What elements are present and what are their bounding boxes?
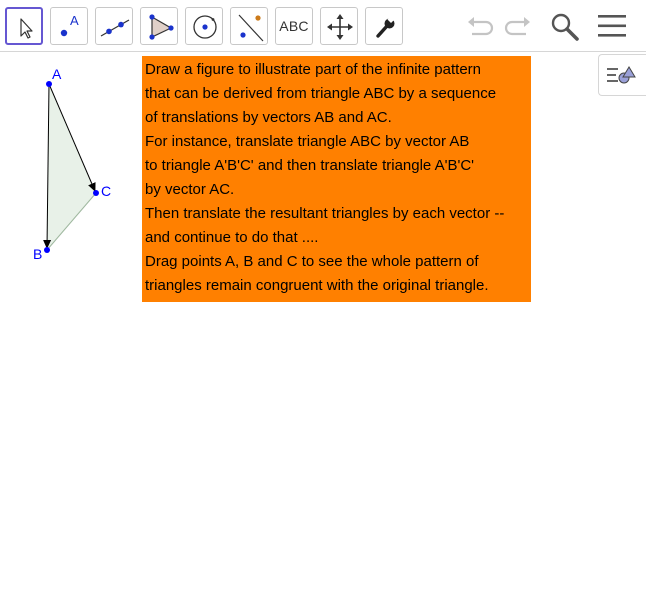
circle-tool-button[interactable] bbox=[185, 7, 223, 45]
tools-customize-button[interactable] bbox=[365, 7, 403, 45]
point-b-label: B bbox=[33, 246, 43, 262]
search-button[interactable] bbox=[548, 10, 580, 42]
wrench-icon bbox=[376, 15, 395, 38]
text-tool-label: ABC bbox=[279, 18, 309, 34]
point-c-label: C bbox=[101, 183, 112, 199]
toolbar: A ABC bbox=[0, 0, 646, 52]
search-icon bbox=[551, 13, 579, 41]
undo-button[interactable] bbox=[464, 10, 496, 42]
polygon-tool-button[interactable] bbox=[140, 7, 178, 45]
text-tool-button[interactable]: ABC bbox=[275, 7, 313, 45]
instruction-line: Then translate the resultant triangles b… bbox=[145, 205, 505, 222]
pointer-arrow-icon bbox=[20, 18, 33, 39]
instruction-line: and continue to do that .... bbox=[145, 229, 319, 246]
instruction-line: that can be derived from triangle ABC by… bbox=[145, 85, 497, 102]
move-graphics-view-button[interactable] bbox=[320, 7, 358, 45]
instruction-line: to triangle A'B'C' and then translate tr… bbox=[145, 157, 475, 174]
triangle-abc[interactable] bbox=[47, 84, 96, 250]
instruction-line: Drag points A, B and C to see the whole … bbox=[145, 253, 479, 270]
perpendicular-line-icon bbox=[238, 14, 264, 42]
undo-icon bbox=[468, 17, 494, 36]
instructions-text-box[interactable]: Draw a figure to illustrate part of the … bbox=[142, 56, 531, 302]
perpendicular-line-tool-button[interactable] bbox=[230, 7, 268, 45]
instruction-line: of translations by vectors AB and AC. bbox=[145, 109, 392, 126]
point-b[interactable] bbox=[44, 247, 50, 253]
instruction-line: triangles remain congruent with the orig… bbox=[145, 277, 489, 294]
hamburger-menu-icon bbox=[598, 15, 626, 37]
line-tool-button[interactable] bbox=[95, 7, 133, 45]
line-through-points-icon bbox=[100, 19, 130, 37]
move-arrows-icon bbox=[327, 14, 353, 40]
move-tool-button[interactable] bbox=[5, 7, 43, 45]
point-tool-button[interactable]: A bbox=[50, 7, 88, 45]
redo-icon bbox=[504, 17, 530, 36]
instruction-line: Draw a figure to illustrate part of the … bbox=[145, 61, 482, 78]
point-c[interactable] bbox=[93, 190, 99, 196]
redo-button[interactable] bbox=[502, 10, 534, 42]
main-menu-button[interactable] bbox=[596, 10, 628, 42]
point-tool-label: A bbox=[70, 13, 79, 28]
circle-with-center-icon bbox=[193, 15, 217, 39]
instruction-line: For instance, translate triangle ABC by … bbox=[145, 133, 470, 150]
point-a-label: A bbox=[52, 66, 62, 82]
polygon-icon bbox=[149, 14, 174, 40]
instruction-line: by vector AC. bbox=[145, 181, 235, 198]
